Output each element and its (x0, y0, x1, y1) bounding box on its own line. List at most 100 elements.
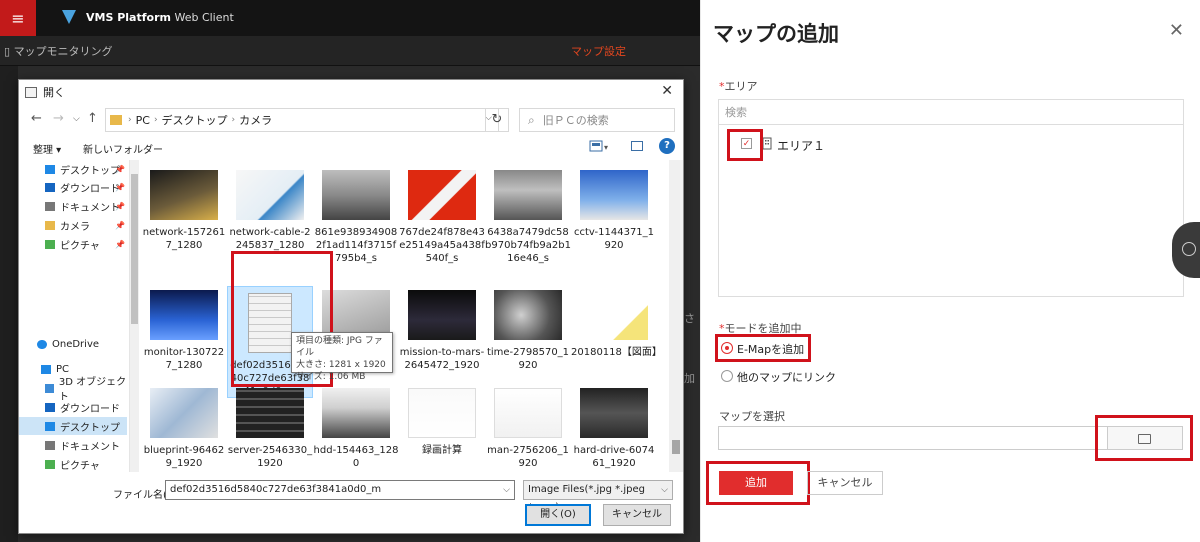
link-radio-label[interactable]: 他のマップにリンク (737, 369, 836, 385)
nav-item[interactable]: デスクトップ 📌 (19, 160, 127, 178)
file-name: 6438a7479dc58b970b74fb9a2b116e46_s (485, 227, 571, 264)
folder-icon (45, 459, 55, 469)
file-item[interactable]: network-cable-2245837_1280 (227, 170, 313, 252)
navigation-scrollbar[interactable] (129, 160, 139, 472)
up-arrow-icon[interactable]: ↑ (87, 111, 98, 126)
hamburger-icon[interactable]: ≡ (0, 0, 36, 36)
search-icon: ⌕ (528, 112, 535, 127)
nav-item-label: ピクチャ (60, 240, 100, 252)
nav-item[interactable]: ダウンロード (19, 398, 127, 416)
organize-button[interactable]: 整理 ▾ (33, 141, 61, 156)
chevron-right-icon: › (153, 115, 158, 125)
file-type-select[interactable]: Image Files(*.jpg *.jpeg *.png)⌵ (523, 480, 673, 513)
scrollbar-thumb[interactable] (131, 174, 138, 324)
file-item[interactable]: time-2798570_1920 (485, 290, 571, 372)
nav-item-label: ダウンロード (60, 183, 120, 195)
file-item[interactable]: hdd-154463_1280 (313, 388, 399, 470)
nav-item-label: ドキュメント (60, 202, 120, 214)
map-settings-tab[interactable]: マップ設定 (571, 43, 626, 59)
preview-pane-icon[interactable] (631, 141, 643, 151)
folder-icon (45, 201, 55, 211)
file-item[interactable]: mission-to-mars-2645472_1920 (399, 290, 485, 372)
file-thumbnail (236, 388, 304, 438)
link-radio[interactable] (721, 370, 733, 382)
breadcrumb-camera[interactable]: カメラ (239, 112, 272, 128)
file-thumbnail (236, 170, 304, 220)
address-bar[interactable]: › PC › デスクトップ › カメラ ⌵ (105, 108, 499, 132)
building-icon (762, 137, 772, 150)
file-name: time-2798570_1920 (486, 347, 570, 371)
dialog-close-icon[interactable]: ✕ (661, 83, 673, 99)
file-item[interactable]: monitor-1307227_1280 (141, 290, 227, 372)
window-icon (25, 86, 37, 98)
map-file-input[interactable] (718, 426, 1108, 450)
view-options-icon[interactable]: ▾ (589, 140, 611, 152)
forward-arrow-icon[interactable]: → (53, 111, 64, 126)
file-item[interactable]: hard-drive-607461_1920 (571, 388, 657, 470)
file-name: 録画計算 (422, 445, 462, 456)
cloud-icon (37, 339, 47, 349)
file-item[interactable]: network-1572617_1280 (141, 170, 227, 252)
file-item[interactable]: 6438a7479dc58b970b74fb9a2b116e46_s (485, 170, 571, 265)
file-thumbnail (150, 170, 218, 220)
file-name: man-2756206_1920 (487, 445, 569, 469)
scrollbar-thumb[interactable] (672, 440, 680, 454)
file-item[interactable]: 録画計算 (399, 388, 485, 457)
area-item-label[interactable]: エリア１ (777, 137, 825, 154)
nav-item[interactable]: ドキュメント (19, 436, 127, 454)
map-monitoring-tab[interactable]: ▯ マップモニタリング (4, 43, 113, 59)
new-folder-button[interactable]: 新しいフォルダー (83, 141, 163, 156)
tooltip-size: サイズ: 1.06 MB (296, 372, 366, 382)
file-item[interactable]: blueprint-964629_1920 (141, 388, 227, 470)
filename-value: def02d3516d5840c727de63f3841a0d0_m (170, 484, 382, 495)
computer-icon (41, 364, 51, 374)
folder-icon (45, 220, 55, 230)
dialog-titlebar: 開く ✕ (19, 80, 683, 104)
pin-icon: 📌 (115, 239, 125, 249)
nav-item[interactable]: デスクトップ (19, 417, 127, 435)
vms-logo (62, 10, 76, 24)
open-button[interactable]: 開く(O) (525, 504, 591, 526)
side-panel-handle[interactable] (1172, 222, 1200, 278)
highlight-box (727, 129, 763, 161)
file-item[interactable]: 767de24f878e43e25149a45a438f540f_s (399, 170, 485, 265)
nav-item[interactable]: ピクチャ (19, 455, 127, 472)
file-thumbnail (494, 170, 562, 220)
area-search-input[interactable]: 検索 (719, 100, 1183, 125)
file-thumbnail (150, 388, 218, 438)
refresh-icon[interactable]: ↻ (485, 108, 509, 132)
nav-item[interactable]: ドキュメント 📌 (19, 197, 127, 215)
nav-item-label: OneDrive (52, 338, 100, 350)
search-input[interactable]: ⌕ 旧ＰＣの検索 (519, 108, 675, 132)
folder-icon (45, 402, 55, 412)
file-thumbnail (408, 388, 476, 438)
file-item[interactable]: 20180118【図面】 (571, 290, 662, 359)
folder-icon (110, 115, 122, 125)
navigation-row: ← → ⌵ ↑ › PC › デスクトップ › カメラ ⌵ ↻ ⌕ 旧ＰＣの検索 (19, 106, 683, 134)
file-name: network-1572617_1280 (142, 227, 226, 251)
filename-input[interactable]: def02d3516d5840c727de63f3841a0d0_m ⌵ (165, 480, 515, 500)
folder-icon (45, 164, 55, 174)
folder-icon (45, 239, 55, 249)
file-item[interactable]: cctv-1144371_1920 (571, 170, 657, 252)
cancel-button[interactable]: キャンセル (807, 471, 883, 495)
help-icon[interactable]: ? (659, 138, 675, 154)
nav-item[interactable]: 3D オブジェクト (19, 377, 127, 403)
nav-item[interactable]: ピクチャ 📌 (19, 235, 127, 253)
file-thumbnail (408, 170, 476, 220)
breadcrumb-desktop[interactable]: デスクトップ (162, 112, 228, 128)
breadcrumb-pc[interactable]: PC (136, 114, 150, 127)
nav-item[interactable]: カメラ 📌 (19, 216, 127, 234)
nav-item[interactable]: ダウンロード 📌 (19, 178, 127, 196)
cancel-button[interactable]: キャンセル (603, 504, 671, 526)
file-item[interactable]: man-2756206_1920 (485, 388, 571, 470)
close-icon[interactable]: ✕ (1169, 20, 1184, 41)
app-left-strip (0, 66, 18, 542)
file-item[interactable]: server-2546330_1920 (227, 388, 313, 470)
chevron-right-icon: › (128, 115, 132, 125)
recent-dropdown-icon[interactable]: ⌵ (73, 114, 80, 124)
file-list-scrollbar[interactable] (669, 160, 683, 472)
chevron-down-icon[interactable]: ⌵ (503, 481, 510, 499)
nav-item[interactable]: OneDrive (19, 335, 127, 353)
back-arrow-icon[interactable]: ← (31, 111, 42, 126)
